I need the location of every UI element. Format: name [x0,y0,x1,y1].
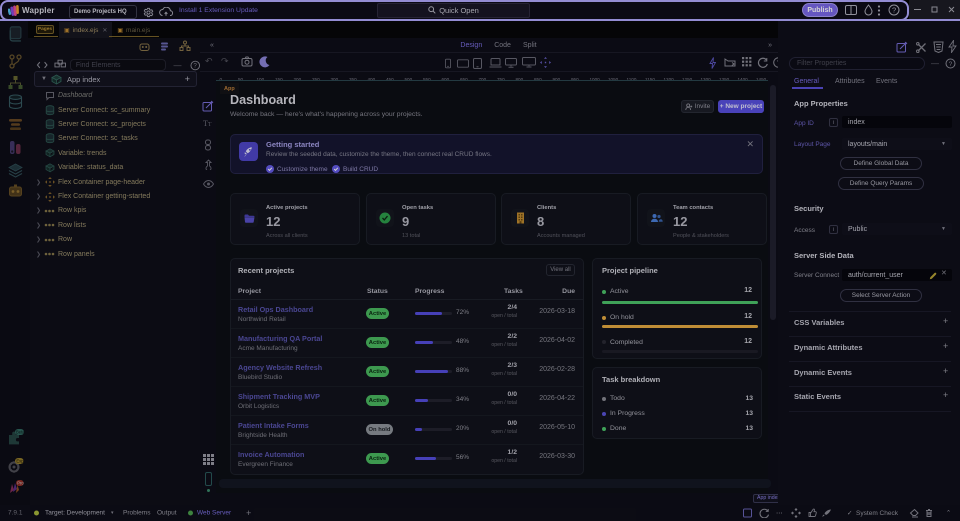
svg-text:?: ? [949,61,953,68]
svg-text:?: ? [892,6,896,15]
svg-text:Pro: Pro [17,481,24,486]
svg-text:Exp: Exp [16,459,24,464]
svg-text:?: ? [193,62,197,69]
svg-text:Beta: Beta [16,430,24,435]
